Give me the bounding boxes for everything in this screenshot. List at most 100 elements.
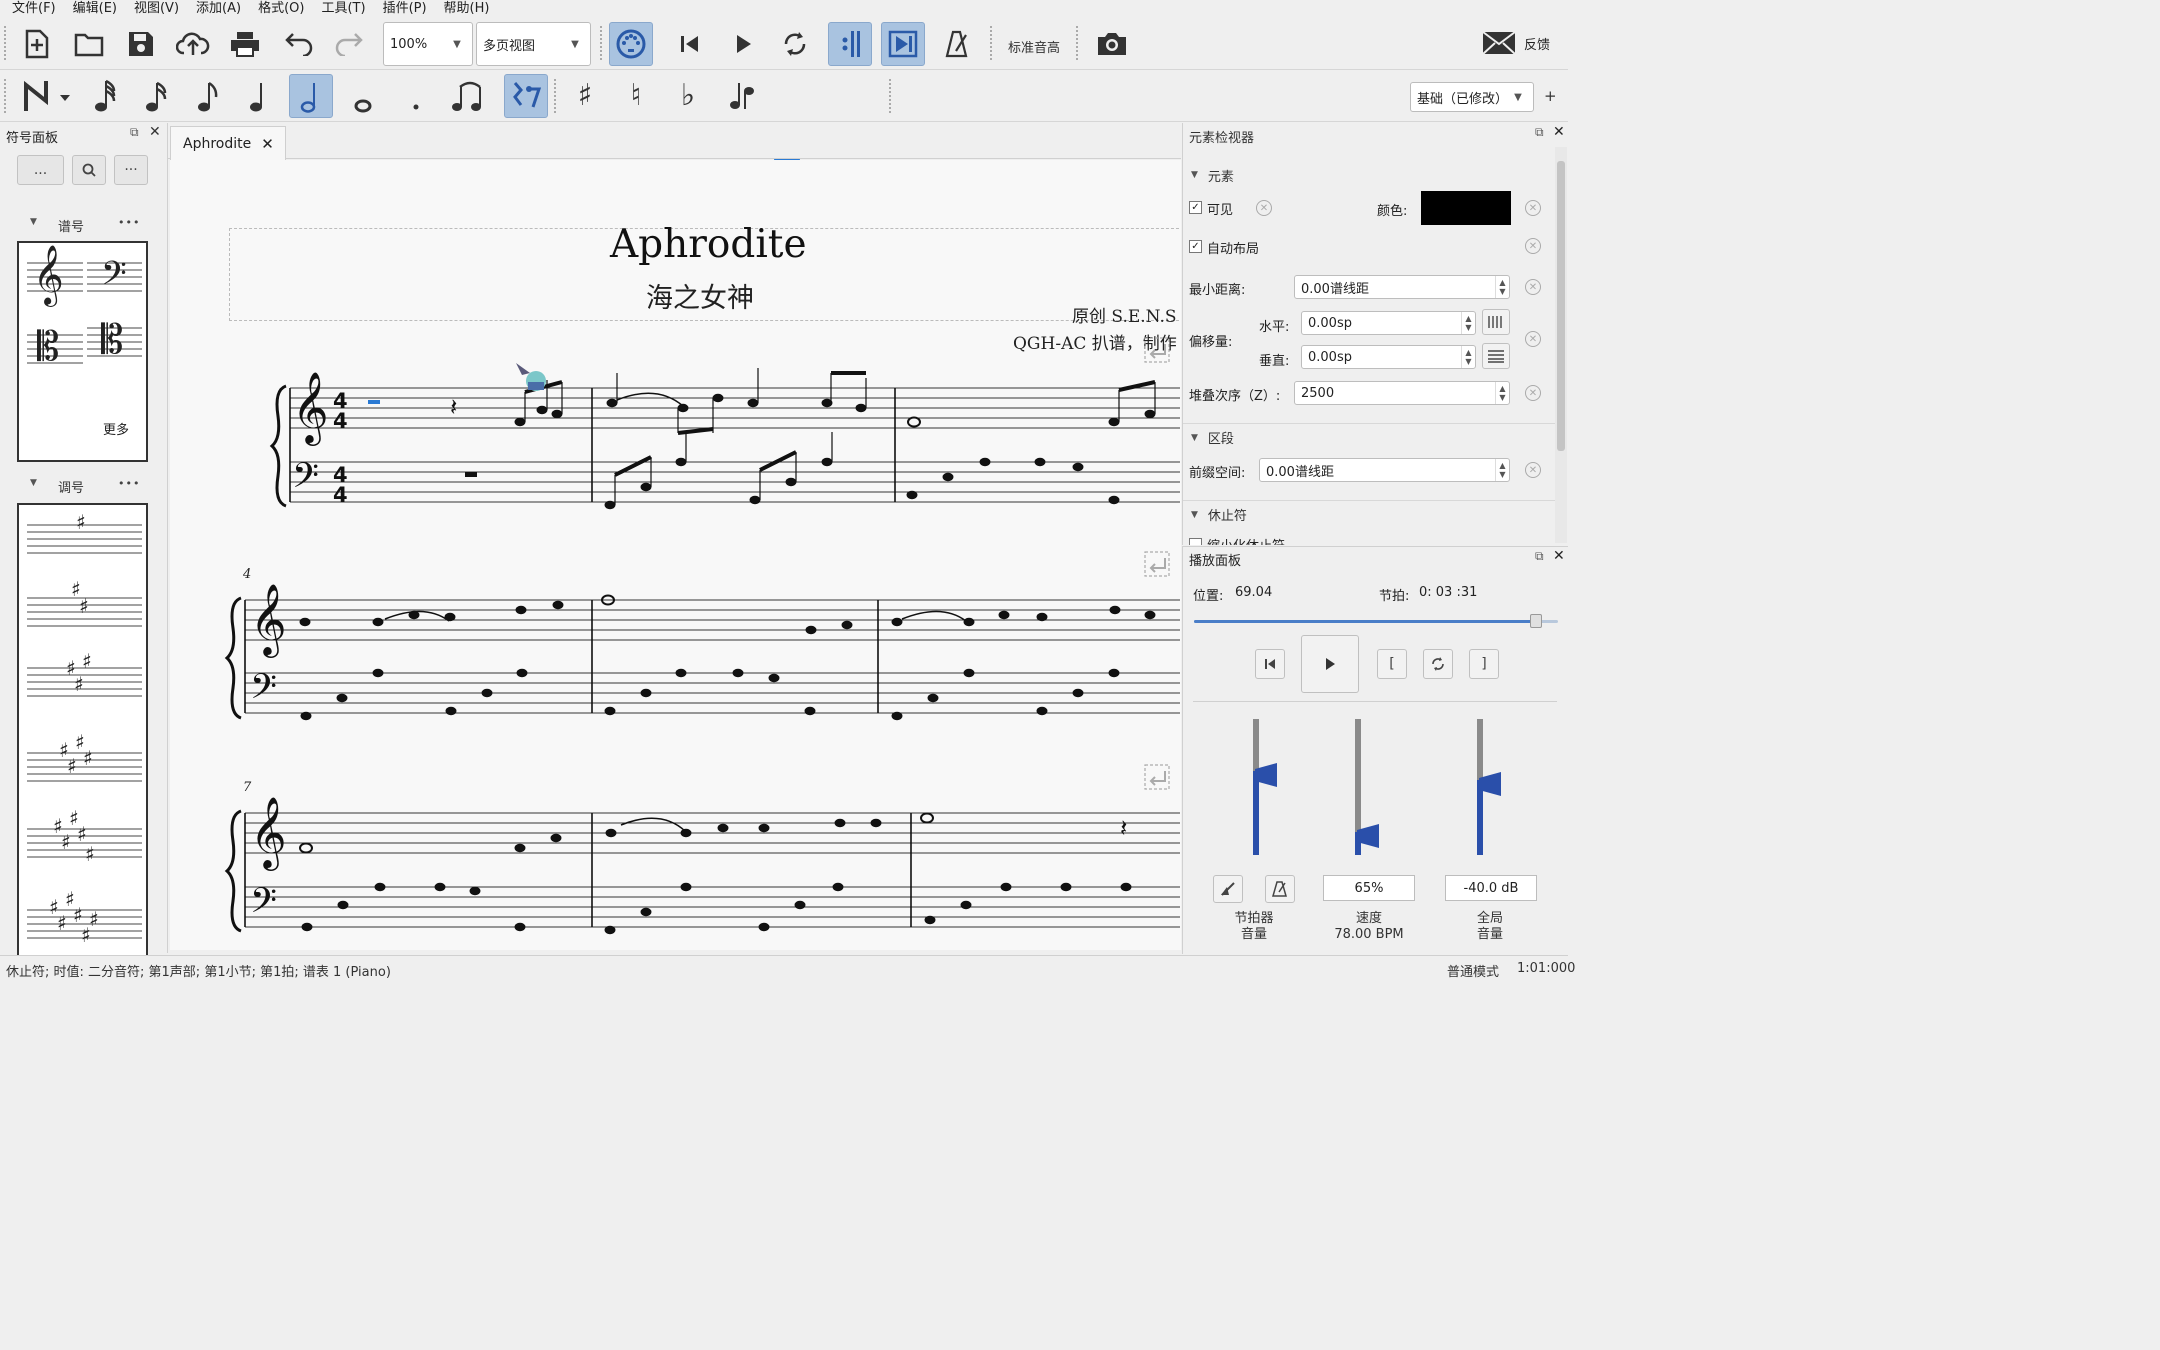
clefs-header[interactable]: ▼ 谱号 •••: [0, 216, 168, 239]
element-section-header[interactable]: ▼ 元素: [1183, 161, 1555, 189]
quarter-note-icon[interactable]: [238, 74, 282, 118]
menu-edit[interactable]: 编辑(E): [73, 1, 117, 16]
leading-space-input[interactable]: 0.00谱线距 ▲ ▼: [1259, 458, 1510, 482]
close-icon[interactable]: ✕: [1553, 548, 1565, 564]
section-menu-icon[interactable]: •••: [118, 477, 140, 490]
segment-section-header[interactable]: ▼ 区段: [1183, 423, 1555, 451]
undo-icon[interactable]: [276, 22, 320, 66]
toolbar-grip[interactable]: [990, 26, 994, 60]
horizontal-offset-input[interactable]: 0.00sp ▲ ▼: [1301, 311, 1476, 335]
vertical-offset-input[interactable]: 0.00sp ▲ ▼: [1301, 345, 1476, 369]
toolbar-grip[interactable]: [554, 79, 558, 113]
undock-icon[interactable]: ⧉: [1535, 125, 1544, 140]
play-button[interactable]: [1301, 635, 1359, 693]
play-icon[interactable]: [721, 22, 765, 66]
score-tab[interactable]: Aphrodite ✕: [170, 126, 286, 160]
redo-icon[interactable]: [328, 22, 372, 66]
tie-icon[interactable]: [446, 74, 490, 118]
menu-plugins[interactable]: 插件(P): [383, 1, 427, 16]
midi-input-icon[interactable]: [609, 22, 653, 66]
half-note-icon[interactable]: [289, 74, 333, 118]
feedback-button[interactable]: 反馈: [1482, 31, 1550, 55]
reset-icon[interactable]: ✕: [1525, 200, 1541, 216]
cloud-upload-icon[interactable]: [171, 22, 215, 66]
metronome-volume-slider[interactable]: [1253, 719, 1277, 855]
loop-in-button[interactable]: [: [1377, 649, 1407, 679]
loop-icon[interactable]: [773, 22, 817, 66]
loop-out-button[interactable]: ]: [1469, 649, 1499, 679]
concert-pitch-button[interactable]: 标准音高: [1008, 37, 1060, 56]
tempo-slider[interactable]: [1355, 719, 1379, 855]
toolbar-grip[interactable]: [4, 79, 8, 113]
spin-arrows-icon[interactable]: ▲ ▼: [1461, 346, 1475, 368]
menu-view[interactable]: 视图(V): [134, 1, 179, 16]
tempo-percent-field[interactable]: 65%: [1323, 875, 1415, 901]
flat-icon[interactable]: ♭: [666, 74, 710, 118]
natural-icon[interactable]: ♮: [614, 74, 658, 118]
print-icon[interactable]: [223, 22, 267, 66]
score-canvas[interactable]: Aphrodite 海之女神 原创 S.E.N.S QGH-AC 扒谱，制作 4…: [170, 160, 1181, 950]
toolbar-grip[interactable]: [1076, 26, 1080, 60]
rest-icon[interactable]: [504, 74, 548, 118]
chevron-down-icon[interactable]: ▼: [1503, 83, 1533, 111]
32nd-note-icon[interactable]: [135, 74, 179, 118]
menu-add[interactable]: 添加(A): [196, 1, 241, 16]
search-palette-button[interactable]: [72, 155, 106, 185]
spin-arrows-icon[interactable]: ▲ ▼: [1495, 459, 1509, 481]
new-file-icon[interactable]: [15, 22, 59, 66]
pan-score-icon[interactable]: [881, 22, 925, 66]
note-input-mode-button[interactable]: [16, 74, 76, 118]
toolbar-grip[interactable]: [4, 26, 8, 60]
undock-icon[interactable]: ⧉: [1535, 549, 1544, 564]
toolbar-grip[interactable]: [600, 26, 604, 60]
position-slider-handle[interactable]: [1530, 614, 1543, 628]
play-repeats-icon[interactable]: [828, 22, 872, 66]
spin-arrows-icon[interactable]: ▲ ▼: [1495, 276, 1509, 298]
zoom-combo[interactable]: 100% ▼: [383, 22, 473, 66]
keysig-header[interactable]: ▼ 调号 •••: [0, 477, 168, 500]
inspector-scrollbar[interactable]: [1555, 147, 1567, 543]
menu-help[interactable]: 帮助(H): [444, 1, 490, 16]
whole-note-icon[interactable]: [341, 74, 385, 118]
palette-menu-button[interactable]: ···: [114, 155, 148, 185]
small-rest-checkbox[interactable]: [1189, 538, 1202, 545]
section-menu-icon[interactable]: •••: [118, 216, 140, 229]
rewind-icon[interactable]: [668, 22, 712, 66]
close-tab-icon[interactable]: ✕: [261, 135, 274, 153]
flip-direction-icon[interactable]: [720, 74, 764, 118]
save-icon[interactable]: [119, 22, 163, 66]
chevron-down-icon[interactable]: ▼: [560, 23, 590, 65]
more-clefs-link[interactable]: 更多: [103, 419, 129, 438]
camera-icon[interactable]: [1090, 22, 1134, 66]
visible-checkbox[interactable]: ✓: [1189, 201, 1202, 214]
undock-icon[interactable]: ⧉: [130, 125, 139, 140]
slider-handle-icon[interactable]: [1479, 772, 1505, 798]
menu-file[interactable]: 文件(F): [12, 1, 56, 16]
eighth-note-icon[interactable]: [187, 74, 231, 118]
reset-icon[interactable]: ✕: [1525, 279, 1541, 295]
augmentation-dot-icon[interactable]: [394, 74, 438, 118]
slider-handle-icon[interactable]: [1255, 762, 1281, 789]
color-swatch[interactable]: [1421, 191, 1511, 225]
rest-section-header[interactable]: ▼ 休止符: [1183, 500, 1555, 528]
z-order-input[interactable]: 2500 ▲ ▼: [1294, 381, 1510, 405]
master-volume-slider[interactable]: [1477, 719, 1501, 855]
close-icon[interactable]: ✕: [149, 124, 161, 140]
reset-icon[interactable]: ✕: [1525, 331, 1541, 347]
reset-icon[interactable]: ✕: [1525, 385, 1541, 401]
master-volume-field[interactable]: -40.0 dB: [1445, 875, 1537, 901]
view-mode-combo[interactable]: 多页视图 ▼: [476, 22, 591, 66]
snap-horizontal-grid-button[interactable]: [1482, 309, 1510, 335]
rewind-button[interactable]: [1255, 649, 1285, 679]
add-workspace-button[interactable]: +: [1544, 87, 1557, 105]
sharp-icon[interactable]: ♯: [563, 74, 607, 118]
close-icon[interactable]: ✕: [1553, 124, 1565, 140]
metronome-toggle-button[interactable]: [1265, 875, 1295, 903]
spin-arrows-icon[interactable]: ▲ ▼: [1495, 382, 1509, 404]
add-palette-button[interactable]: ...: [17, 155, 64, 185]
auto-place-checkbox[interactable]: ✓: [1189, 240, 1202, 253]
min-distance-input[interactable]: 0.00谱线距 ▲ ▼: [1294, 275, 1510, 299]
snap-vertical-grid-button[interactable]: [1482, 343, 1510, 369]
count-in-button[interactable]: [1213, 875, 1243, 903]
menu-format[interactable]: 格式(O): [258, 1, 304, 16]
